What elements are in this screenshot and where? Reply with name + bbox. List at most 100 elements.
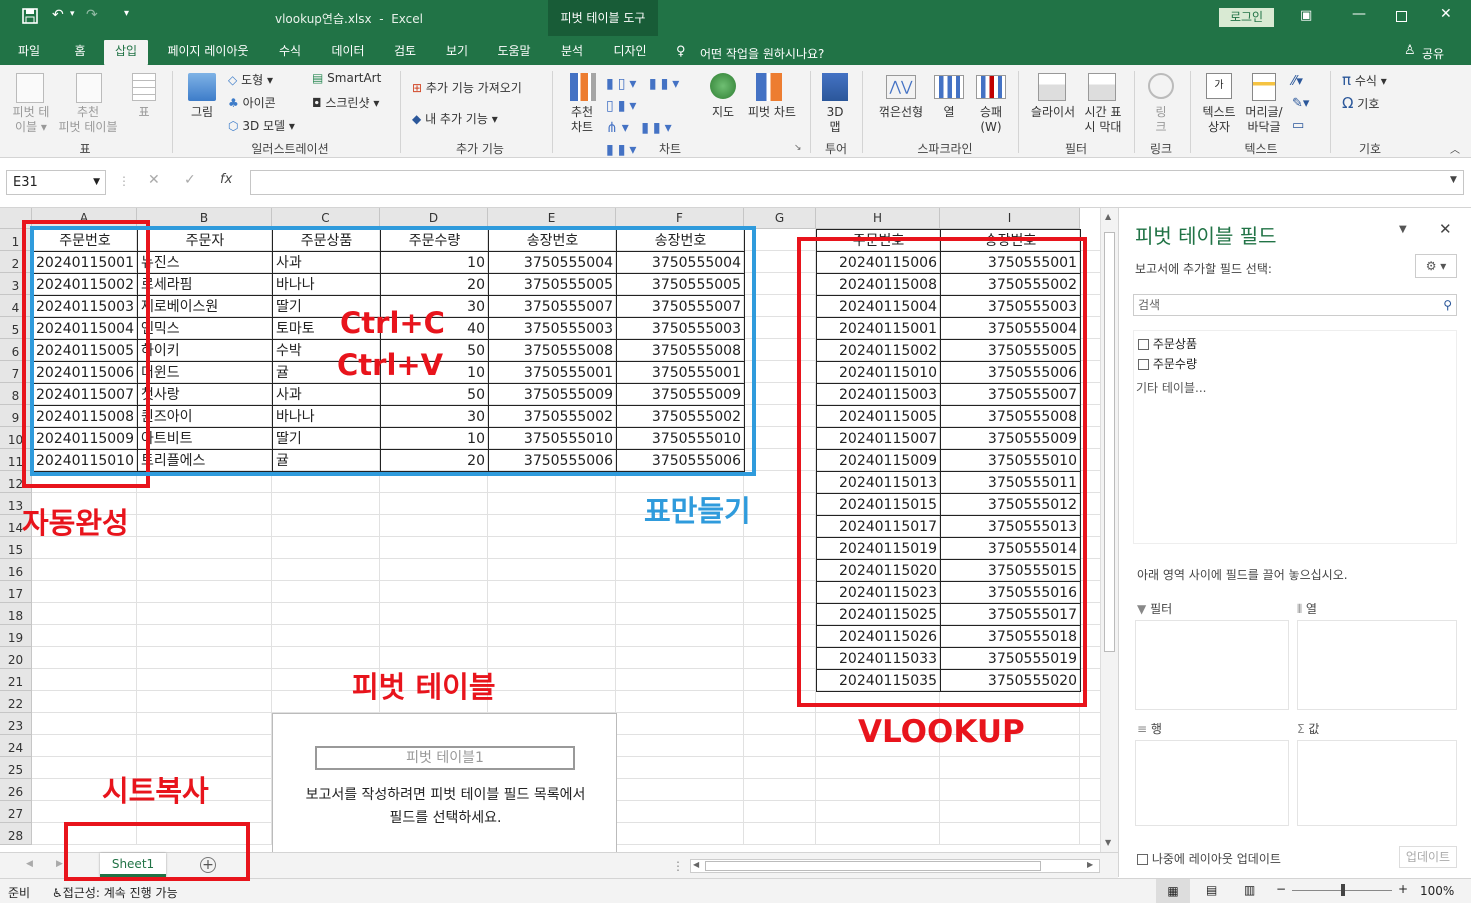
tab-design[interactable]: 디자인 — [604, 40, 656, 65]
row-header[interactable]: 20 — [0, 647, 32, 669]
filters-drop-area[interactable] — [1135, 620, 1289, 710]
share-button[interactable]: 공유 — [1422, 45, 1444, 62]
row-header[interactable]: 28 — [0, 823, 32, 845]
recommended-pivot-button[interactable]: 추천 피벗 테이블 — [52, 105, 124, 135]
textbox-button[interactable]: 텍스트 상자 — [1196, 105, 1242, 135]
column-header-i[interactable]: I — [940, 208, 1080, 229]
row-header[interactable]: 16 — [0, 559, 32, 581]
insert-function-icon[interactable]: fx — [220, 172, 232, 187]
customize-qat-icon[interactable]: ▾ — [124, 8, 129, 19]
column-header-h[interactable]: H — [816, 208, 940, 229]
zoom-level[interactable]: 100% — [1420, 884, 1454, 898]
row-header[interactable]: 19 — [0, 625, 32, 647]
scroll-thumb[interactable] — [1104, 232, 1115, 652]
values-drop-area[interactable] — [1297, 740, 1457, 826]
tab-help[interactable]: 도움말 — [488, 40, 540, 65]
picture-button[interactable]: 그림 — [182, 105, 222, 120]
3d-models-button[interactable]: ⬡ 3D 모델 ▾ — [228, 117, 295, 134]
header-footer-button[interactable]: 머리글/ 바닥글 — [1238, 105, 1290, 135]
tab-insert[interactable]: 삽입 — [104, 40, 148, 65]
timeline-icon[interactable] — [1088, 73, 1116, 101]
picture-icon[interactable] — [188, 73, 216, 101]
horizontal-scrollbar[interactable]: ◀ ▶ — [690, 859, 1100, 873]
pane-options-icon[interactable]: ▼ — [1399, 224, 1407, 235]
pivot-chart-icon[interactable] — [756, 73, 782, 101]
field-search-input[interactable]: 검색 ⚲ — [1133, 294, 1457, 316]
recommended-charts-icon[interactable] — [570, 73, 596, 101]
enter-icon[interactable]: ✓ — [184, 172, 196, 188]
timeline-button[interactable]: 시간 표 시 막대 — [1078, 105, 1128, 135]
row-header[interactable]: 24 — [0, 735, 32, 757]
pivot-chart-button[interactable]: 피벗 차트 — [740, 105, 804, 120]
accessibility-status[interactable]: ♿접근성: 계속 진행 가능 — [52, 884, 178, 901]
tab-analyze[interactable]: 분석 — [552, 40, 592, 65]
sparkline-winloss-button[interactable]: 승패 (W) — [974, 105, 1008, 135]
slicer-icon[interactable] — [1038, 73, 1066, 101]
row-header[interactable]: 22 — [0, 691, 32, 713]
checkbox[interactable] — [1138, 359, 1149, 370]
my-addins-button[interactable]: ◆ 내 추가 기능 ▾ — [412, 110, 498, 127]
checkbox[interactable] — [1137, 854, 1148, 865]
update-button[interactable]: 업데이트 — [1399, 846, 1457, 868]
smartart-button[interactable]: ▤ SmartArt — [312, 71, 381, 85]
columns-drop-area[interactable] — [1297, 620, 1457, 710]
icons-button[interactable]: ♣ 아이콘 — [228, 94, 276, 111]
sparkline-column-button[interactable]: 열 — [934, 105, 964, 120]
prev-sheet-icon[interactable]: ◀ — [26, 859, 33, 869]
3d-map-button[interactable]: 3D 맵 — [818, 105, 852, 135]
table-icon[interactable] — [132, 73, 156, 101]
sparkline-line-icon[interactable]: ⋀⋁ — [886, 75, 916, 99]
defer-update-option[interactable]: 나중에 레이아웃 업데이트 — [1137, 850, 1281, 867]
tab-review[interactable]: 검토 — [384, 40, 426, 65]
tell-me-box[interactable]: 어떤 작업을 원하시나요? — [700, 45, 824, 62]
recommended-charts-button[interactable]: 추천 차트 — [562, 105, 602, 135]
textbox-icon[interactable]: 가 — [1206, 73, 1232, 99]
table-button[interactable]: 표 — [130, 105, 158, 120]
field-item[interactable]: 주문수량 — [1138, 355, 1197, 372]
expand-formula-icon[interactable]: ▼ — [1450, 175, 1457, 185]
header-footer-icon[interactable] — [1252, 73, 1276, 101]
minimize-icon[interactable]: — — [1352, 6, 1366, 22]
formula-input[interactable] — [250, 170, 1464, 195]
recommended-pivot-icon[interactable] — [76, 73, 102, 103]
checkbox[interactable] — [1138, 339, 1149, 350]
equation-button[interactable]: π 수식 ▾ — [1342, 71, 1387, 89]
next-sheet-icon[interactable]: ▶ — [56, 859, 63, 869]
scroll-down-icon[interactable]: ▼ — [1105, 838, 1111, 847]
row-header[interactable]: 27 — [0, 801, 32, 823]
tab-view[interactable]: 보기 — [436, 40, 478, 65]
row-header[interactable]: 21 — [0, 669, 32, 691]
text-more-icons[interactable]: ⁄⁄▾ ✎▾ ▭ — [1292, 71, 1309, 137]
zoom-in-icon[interactable]: + — [1398, 882, 1408, 896]
maximize-icon[interactable] — [1396, 11, 1407, 22]
shapes-button[interactable]: ◇ 도형 ▾ — [228, 71, 273, 88]
name-box[interactable]: E31 ▼ — [6, 170, 106, 195]
tab-formulas[interactable]: 수식 — [268, 40, 312, 65]
gear-icon[interactable]: ⚙ ▾ — [1415, 254, 1457, 278]
row-header[interactable]: 18 — [0, 603, 32, 625]
normal-view-icon[interactable]: ▦ — [1156, 879, 1190, 903]
get-addins-button[interactable]: ⊞ 추가 기능 가져오기 — [412, 79, 522, 96]
scroll-right-icon[interactable]: ▶ — [1087, 860, 1093, 869]
cancel-icon[interactable]: ✕ — [148, 172, 160, 188]
field-item[interactable]: 주문상품 — [1138, 335, 1197, 352]
share-icon[interactable]: ♙ — [1404, 43, 1416, 58]
ribbon-display-options-icon[interactable]: ▣ — [1300, 8, 1312, 23]
chart-type-icons[interactable]: ▮▯▾ ▮▮▾ ▯▮▾⋔▾ ▮▮▾ ▮▮▾◔▾ ⁝▾ — [606, 73, 696, 180]
rows-drop-area[interactable] — [1135, 740, 1289, 826]
zoom-slider-thumb[interactable] — [1341, 884, 1345, 896]
hscroll-thumb[interactable] — [705, 861, 1041, 871]
save-icon[interactable] — [22, 8, 38, 28]
zoom-out-icon[interactable]: − — [1276, 882, 1286, 896]
sparkline-column-icon[interactable] — [934, 75, 964, 99]
login-button[interactable]: 로그인 — [1219, 8, 1274, 27]
sparkline-line-button[interactable]: 꺾은선형 — [874, 105, 928, 120]
scroll-up-icon[interactable]: ▲ — [1105, 212, 1111, 221]
dialog-launcher-icon[interactable]: ↘ — [794, 143, 802, 153]
row-header[interactable]: 26 — [0, 779, 32, 801]
row-header[interactable]: 25 — [0, 757, 32, 779]
sparkline-winloss-icon[interactable] — [976, 75, 1006, 99]
pivot-table-button[interactable]: 피벗 테 이블 ▾ — [6, 105, 56, 135]
slicer-button[interactable]: 슬라이서 — [1026, 105, 1080, 120]
undo-icon[interactable]: ↶ — [52, 7, 64, 23]
